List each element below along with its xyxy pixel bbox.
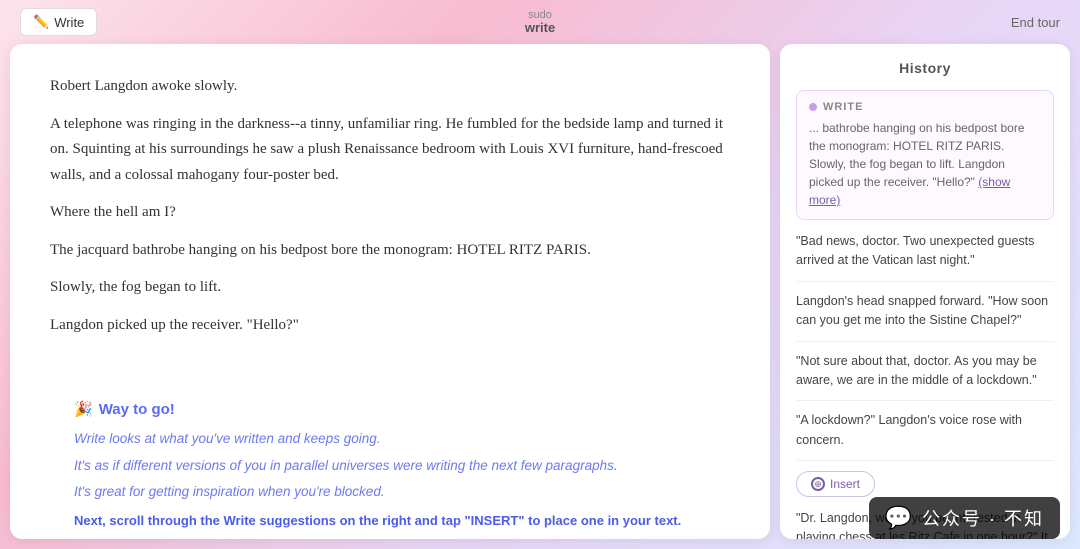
paragraph-3: Where the hell am I? bbox=[50, 200, 730, 226]
history-para-2: Langdon's head snapped forward. "How soo… bbox=[796, 292, 1054, 342]
insert-button-1[interactable]: ⊕ Insert bbox=[796, 471, 875, 497]
insert-label-1: Insert bbox=[830, 477, 860, 491]
editor-divider bbox=[50, 350, 730, 370]
history-write-text: ... bathrobe hanging on his bedpost bore… bbox=[809, 119, 1041, 209]
editor-panel: Robert Langdon awoke slowly. A telephone… bbox=[10, 44, 770, 539]
write-button-label: Write bbox=[54, 15, 84, 30]
history-para-4: "A lockdown?" Langdon's voice rose with … bbox=[796, 411, 1054, 461]
logo-line2: write bbox=[525, 21, 555, 35]
topbar: ✏️ Write sudo write End tour bbox=[0, 0, 1080, 44]
pencil-icon: ✏️ bbox=[33, 14, 49, 30]
tour-callout-title: 🎉 Way to go! bbox=[74, 400, 706, 418]
history-para-1: "Bad news, doctor. Two unexpected guests… bbox=[796, 232, 1054, 282]
tour-callout-heading: Way to go! bbox=[99, 401, 175, 418]
write-label-text: WRITE bbox=[823, 101, 863, 113]
history-para-3: "Not sure about that, doctor. As you may… bbox=[796, 352, 1054, 402]
history-write-label: WRITE bbox=[809, 101, 1041, 113]
app-logo: sudo write bbox=[525, 9, 555, 35]
paragraph-4: The jacquard bathrobe hanging on his bed… bbox=[50, 238, 730, 264]
tour-callout: 🎉 Way to go! Write looks at what you've w… bbox=[50, 380, 730, 539]
paragraph-6: Langdon picked up the receiver. "Hello?" bbox=[50, 313, 730, 339]
wechat-overlay: 💬 公众号 · 不知 bbox=[869, 497, 1060, 539]
main-layout: Robert Langdon awoke slowly. A telephone… bbox=[0, 44, 1080, 549]
editor-content[interactable]: Robert Langdon awoke slowly. A telephone… bbox=[50, 74, 730, 338]
insert-circle-icon-1: ⊕ bbox=[811, 477, 825, 491]
paragraph-1: Robert Langdon awoke slowly. bbox=[50, 74, 730, 100]
tour-instruction: Next, scroll through the Write suggestio… bbox=[74, 511, 706, 532]
tour-line-1: Write looks at what you've written and k… bbox=[74, 428, 706, 450]
paragraph-5: Slowly, the fog began to lift. bbox=[50, 275, 730, 301]
write-button[interactable]: ✏️ Write bbox=[20, 8, 97, 36]
celebration-icon: 🎉 bbox=[74, 401, 93, 418]
history-title: History bbox=[796, 60, 1054, 76]
wechat-text: 公众号 · 不知 bbox=[922, 505, 1044, 531]
history-write-block: WRITE ... bathrobe hanging on his bedpos… bbox=[796, 90, 1054, 220]
wechat-icon: 💬 bbox=[885, 505, 914, 531]
write-dot-icon bbox=[809, 103, 817, 111]
paragraph-2: A telephone was ringing in the darkness-… bbox=[50, 112, 730, 189]
tour-line-3: It's great for getting inspiration when … bbox=[74, 481, 706, 503]
end-tour-link[interactable]: End tour bbox=[1011, 15, 1060, 30]
tour-line-2: It's as if different versions of you in … bbox=[74, 455, 706, 477]
history-panel: History WRITE ... bathrobe hanging on hi… bbox=[780, 44, 1070, 539]
